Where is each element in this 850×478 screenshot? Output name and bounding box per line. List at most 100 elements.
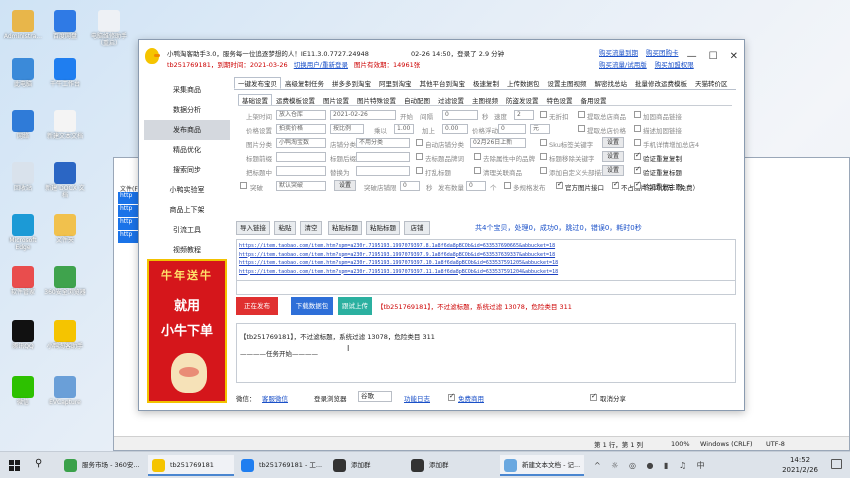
publish-count-input[interactable]: 0 [466, 181, 486, 191]
limit-input[interactable]: 0 [400, 181, 420, 191]
taskbar-item[interactable]: tb251769181 [148, 455, 234, 476]
main-tab[interactable]: 批量修改运费模板 [631, 77, 691, 89]
price-op-select[interactable]: 按比例 [330, 124, 364, 134]
fetch-original-checkbox[interactable] [578, 111, 585, 118]
main-tab[interactable]: 设置主图视频 [544, 77, 591, 89]
search-icon[interactable]: ⚲ [35, 458, 42, 469]
main-tab[interactable]: 高级复制任务 [281, 77, 328, 89]
app-window[interactable]: 小鸭淘客助手3.0，服务每一位追逐梦想的人！IE11.3.0.7727.2494… [138, 39, 745, 411]
minimize-icon[interactable]: — [687, 51, 697, 62]
close-icon[interactable]: ✕ [730, 51, 738, 62]
desktop-shortcut[interactable]: 网络 [2, 110, 44, 141]
time-input[interactable]: 2021-02-26 15:07:50 [330, 110, 396, 120]
nav-item[interactable]: 引流工具 [144, 220, 230, 240]
settings-tab[interactable]: 主图视频 [468, 94, 502, 105]
shuffle-title-checkbox[interactable] [416, 167, 423, 174]
nav-item[interactable]: 小鸭实验室 [144, 180, 230, 200]
top-link[interactable]: 购买团购卡 [646, 49, 679, 57]
url-item[interactable]: https://item.taobao.com/item.htm?spm=a23… [239, 251, 735, 260]
settings-tab[interactable]: 防盗发设置 [502, 94, 543, 105]
desktop-shortcut[interactable]: 微信 [2, 376, 44, 407]
settings-tab[interactable]: 基础设置 [238, 94, 272, 105]
taskbar-item[interactable]: 添加群 [329, 455, 403, 476]
auto-category-checkbox[interactable] [416, 139, 423, 146]
desktop-shortcut[interactable]: 小鸭淘客助手 [44, 320, 86, 351]
upload-button[interactable]: 跟试上传 [338, 297, 372, 315]
wechat-link[interactable]: 客服微信 [262, 393, 288, 403]
url-list[interactable]: https://item.taobao.com/item.htm?spm=a23… [236, 239, 736, 281]
main-tab[interactable]: 其他平台到淘宝 [416, 77, 470, 89]
clean-related-checkbox[interactable] [474, 167, 481, 174]
interval-input[interactable]: 0 [442, 110, 478, 120]
start-icon[interactable] [9, 460, 20, 471]
nav-item[interactable]: 精品优化 [144, 140, 230, 160]
browser-select[interactable]: 谷歌 [358, 391, 392, 402]
settings-button[interactable]: 设置 [602, 165, 624, 176]
paste-title-button-2[interactable]: 粘贴标题 [366, 221, 400, 235]
unit-select[interactable]: 元 [530, 124, 550, 134]
multi-spec-checkbox[interactable] [504, 182, 511, 189]
multiplier-input[interactable]: 1.00 [394, 124, 414, 134]
sku-keyword-checkbox[interactable] [540, 139, 547, 146]
nav-item[interactable]: 商品上下架 [144, 200, 230, 220]
download-package-button[interactable]: 下载数据包 [291, 297, 333, 315]
share-checkbox[interactable] [590, 392, 597, 401]
main-tab[interactable]: 一键发布宝贝 [234, 77, 281, 89]
remove-brand-checkbox[interactable] [416, 153, 423, 160]
desktop-shortcut[interactable]: 文件夹 [44, 214, 86, 245]
settings-tab[interactable]: 图片设置 [319, 94, 353, 105]
main-tab[interactable]: 拼多多到淘宝 [328, 77, 375, 89]
custom-header-checkbox[interactable] [540, 167, 547, 174]
shop-category-select[interactable]: 不用分类 [356, 138, 410, 148]
url-item[interactable]: https://item.taobao.com/item.htm?spm=a23… [239, 242, 735, 251]
replace-to-input[interactable] [356, 166, 410, 176]
free-commercial-link[interactable]: 免费商用 [458, 393, 484, 403]
ad-banner[interactable]: 牛年送牛 就用 小牛下单 [147, 259, 227, 403]
no-discount-checkbox[interactable] [540, 111, 547, 118]
link-filter-checkbox[interactable] [634, 125, 641, 132]
main-tab[interactable]: 解密找总站 [591, 77, 632, 89]
add-related-checkbox[interactable] [634, 111, 641, 118]
category-date-input[interactable]: 02月26日上新 [470, 138, 526, 148]
highlight-select[interactable]: 默认突破 [276, 181, 326, 191]
official-image-checkbox[interactable] [556, 180, 563, 189]
paste-button[interactable]: 粘贴 [274, 221, 296, 235]
desktop-shortcut[interactable]: EVCapture [44, 376, 86, 407]
function-log-link[interactable]: 功能日志 [404, 393, 430, 403]
title-suffix-input[interactable] [356, 152, 410, 162]
main-tab[interactable]: 阿里到淘宝 [375, 77, 416, 89]
settings-button[interactable]: 设置 [334, 180, 356, 191]
desktop-shortcut[interactable]: 百度网盘 [44, 10, 86, 41]
top-link[interactable]: 购买流量/试用版 [599, 61, 647, 69]
taskbar-item[interactable]: 服务市场 - 360安... [60, 455, 144, 476]
repeat-main-checkbox[interactable] [634, 180, 641, 189]
url-item[interactable]: https://item.taobao.com/item.htm?spm=a23… [239, 268, 735, 277]
main-tab[interactable]: 天猫转价区 [691, 77, 732, 89]
desktop-shortcut[interactable]: 回收站 [2, 162, 44, 193]
clock[interactable]: 14:52 2021/2/26 [782, 455, 818, 475]
repeat-title-checkbox[interactable] [634, 165, 641, 174]
remove-chinese-checkbox[interactable] [474, 153, 481, 160]
replace-from-input[interactable] [276, 166, 326, 176]
desktop-shortcut[interactable]: Administra... [2, 10, 44, 41]
top-link[interactable]: 购买流量到期 [599, 49, 638, 57]
url-list-blank[interactable] [236, 281, 736, 295]
main-tab[interactable]: 极速复制 [469, 77, 503, 89]
main-tab[interactable]: 上传数据包 [503, 77, 544, 89]
nav-item[interactable]: 数据分析 [144, 100, 230, 120]
desktop-shortcut[interactable]: 此电脑 [2, 58, 44, 89]
nav-item[interactable]: 搜索同步 [144, 160, 230, 180]
nav-item[interactable]: 视频教程 [144, 240, 230, 260]
url-item[interactable]: https://item.taobao.com/item.htm?spm=a23… [239, 259, 735, 268]
title-prefix-input[interactable] [276, 152, 326, 162]
nav-item[interactable]: 发布商品 [144, 120, 230, 140]
add-input[interactable]: 0.00 [442, 124, 468, 134]
settings-button[interactable]: 设置 [602, 137, 624, 148]
settings-tab[interactable]: 特色设置 [543, 94, 577, 105]
notification-icon[interactable] [831, 459, 842, 469]
title-keyword-checkbox[interactable] [540, 153, 547, 160]
desktop-shortcut[interactable]: 新建文本文档 [44, 110, 86, 141]
desktop-shortcut[interactable]: 软件管家 [2, 266, 44, 297]
paste-title-button[interactable]: 粘贴标题 [328, 221, 362, 235]
desktop-shortcut[interactable]: 千牛工作台 [44, 58, 86, 89]
